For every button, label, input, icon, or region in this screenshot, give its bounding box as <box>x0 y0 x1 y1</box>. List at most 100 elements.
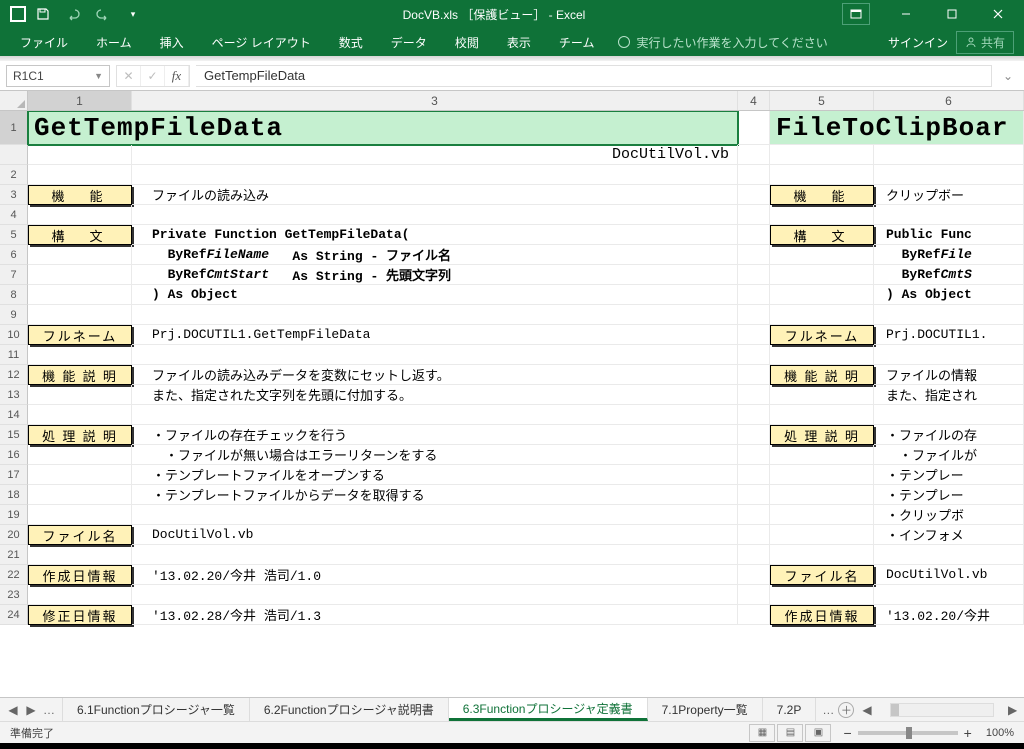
cell[interactable] <box>132 405 738 425</box>
label-cell[interactable]: 機 能 <box>770 185 874 205</box>
tab-insert[interactable]: 挿入 <box>146 28 198 56</box>
select-all-corner[interactable] <box>0 91 28 110</box>
zoom-level[interactable]: 100% <box>986 727 1014 739</box>
row-header[interactable]: 23 <box>0 585 28 605</box>
cell[interactable] <box>28 165 132 185</box>
zoom-in-button[interactable]: + <box>964 725 972 741</box>
cell[interactable] <box>770 585 874 605</box>
cell[interactable] <box>132 545 738 565</box>
cell[interactable] <box>770 505 874 525</box>
cell[interactable] <box>874 145 1024 165</box>
cell[interactable]: ・ファイルが <box>874 445 1024 465</box>
cell[interactable] <box>28 505 132 525</box>
undo-icon[interactable] <box>60 3 86 25</box>
label-cell[interactable]: ファイル名 <box>28 525 132 545</box>
cell[interactable] <box>28 145 132 165</box>
cell[interactable]: ファイルの読み込みデータを変数にセットし返す。 <box>132 365 738 385</box>
sheet-scroll-more-icon[interactable]: … <box>822 703 834 717</box>
cell[interactable] <box>28 585 132 605</box>
sheet-tab[interactable]: 6.2Functionプロシージャ説明書 <box>250 698 449 721</box>
cell[interactable] <box>738 425 770 445</box>
zoom-slider[interactable] <box>858 731 958 735</box>
cell[interactable] <box>28 405 132 425</box>
row-header[interactable]: 6 <box>0 245 28 265</box>
cell[interactable] <box>738 285 770 305</box>
cell[interactable] <box>28 485 132 505</box>
row-header[interactable]: 21 <box>0 545 28 565</box>
cell[interactable]: ・テンプレートファイルからデータを取得する <box>132 485 738 505</box>
label-cell[interactable]: ファイル名 <box>770 565 874 585</box>
cell[interactable]: DocUtilVol.vb <box>132 525 738 545</box>
col-header[interactable]: 6 <box>874 91 1024 110</box>
row-header[interactable]: 16 <box>0 445 28 465</box>
cell[interactable] <box>28 205 132 225</box>
row-header[interactable]: 7 <box>0 265 28 285</box>
cell[interactable] <box>738 145 770 165</box>
cell[interactable]: Prj.DOCUTIL1. <box>874 325 1024 345</box>
col-header[interactable]: 4 <box>738 91 770 110</box>
row-header[interactable]: 22 <box>0 565 28 585</box>
row-header[interactable]: 17 <box>0 465 28 485</box>
cell[interactable] <box>770 245 874 265</box>
cell[interactable]: Prj.DOCUTIL1.GetTempFileData <box>132 325 738 345</box>
cell[interactable] <box>770 305 874 325</box>
cell[interactable] <box>738 305 770 325</box>
cell[interactable] <box>738 111 770 145</box>
cell[interactable] <box>738 325 770 345</box>
cell[interactable] <box>738 485 770 505</box>
row-header[interactable]: 3 <box>0 185 28 205</box>
label-cell[interactable]: 構 文 <box>28 225 132 245</box>
row-header[interactable]: 24 <box>0 605 28 625</box>
cell[interactable] <box>738 445 770 465</box>
redo-icon[interactable] <box>90 3 116 25</box>
cell[interactable]: ByRef CmtS <box>874 265 1024 285</box>
row-header[interactable] <box>0 145 28 165</box>
cell[interactable] <box>738 245 770 265</box>
cell[interactable] <box>738 205 770 225</box>
cell[interactable] <box>770 525 874 545</box>
cell[interactable]: ByRef File <box>874 245 1024 265</box>
cell[interactable] <box>132 165 738 185</box>
cell[interactable]: ファイルの読み込み <box>132 185 738 205</box>
cell[interactable] <box>770 165 874 185</box>
ribbon-display-options-icon[interactable] <box>842 3 870 25</box>
view-page-break-icon[interactable]: ▣ <box>805 724 831 742</box>
cell[interactable] <box>28 545 132 565</box>
cell[interactable] <box>28 305 132 325</box>
view-page-layout-icon[interactable]: ▤ <box>777 724 803 742</box>
label-cell[interactable]: 機 能 説 明 <box>28 365 132 385</box>
cell[interactable] <box>132 205 738 225</box>
tell-me-search[interactable]: 実行したい作業を入力してください <box>618 28 827 56</box>
cell[interactable] <box>738 565 770 585</box>
cell[interactable] <box>770 385 874 405</box>
cell[interactable]: ・テンプレートファイルをオープンする <box>132 465 738 485</box>
cell[interactable]: '13.02.20/今井 浩司/1.0 <box>132 565 738 585</box>
cell[interactable]: また、指定された文字列を先頭に付加する。 <box>132 385 738 405</box>
cell[interactable] <box>770 445 874 465</box>
save-icon[interactable] <box>30 3 56 25</box>
cell[interactable] <box>738 465 770 485</box>
cell[interactable] <box>28 465 132 485</box>
cell[interactable] <box>770 285 874 305</box>
scroll-right-icon[interactable]: ▶ <box>1008 703 1022 717</box>
sheet-tab[interactable]: 6.1Functionプロシージャ一覧 <box>63 698 250 721</box>
cell[interactable]: '13.02.20/今井 <box>874 605 1024 625</box>
cell[interactable] <box>738 525 770 545</box>
label-cell[interactable]: 構 文 <box>770 225 874 245</box>
worksheet-grid[interactable]: 1 3 4 5 6 1 GetTempFileData FileToClipBo… <box>0 91 1024 697</box>
label-cell[interactable]: 処 理 説 明 <box>770 425 874 445</box>
cell[interactable] <box>738 585 770 605</box>
cell[interactable] <box>132 345 738 365</box>
tab-data[interactable]: データ <box>377 28 441 56</box>
cell[interactable] <box>738 225 770 245</box>
cell[interactable] <box>770 485 874 505</box>
maximize-button[interactable] <box>930 0 974 28</box>
cell[interactable]: ・クリップボ <box>874 505 1024 525</box>
cell[interactable]: Private Function GetTempFileData( <box>132 225 738 245</box>
enter-formula-icon[interactable]: ✓ <box>141 66 165 86</box>
col-header[interactable]: 5 <box>770 91 874 110</box>
cell[interactable] <box>738 265 770 285</box>
row-header[interactable]: 15 <box>0 425 28 445</box>
cell[interactable] <box>132 505 738 525</box>
scroll-track[interactable] <box>890 703 994 717</box>
